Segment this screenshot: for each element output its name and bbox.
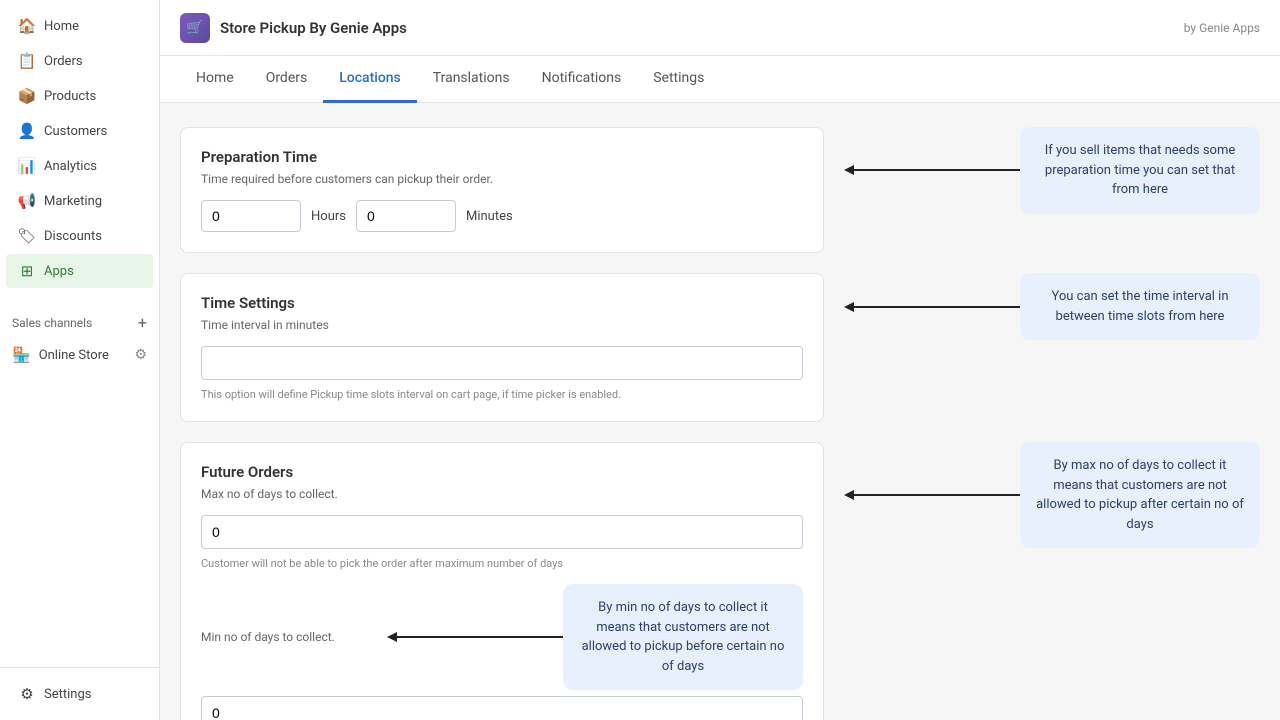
content-area: Preparation Time Time required before cu… xyxy=(160,103,1280,720)
preparation-time-row: Preparation Time Time required before cu… xyxy=(180,127,1260,253)
time-settings-card: Time Settings Time interval in minutes T… xyxy=(180,273,824,422)
store-icon: 🏪 xyxy=(12,346,31,364)
preparation-arrow-tooltip: If you sell items that needs some prepar… xyxy=(840,127,1260,214)
products-icon: 📦 xyxy=(18,87,36,105)
preparation-time-subtitle: Time required before customers can picku… xyxy=(201,172,803,186)
tab-orders[interactable]: Orders xyxy=(250,56,324,103)
min-days-input[interactable] xyxy=(201,696,803,720)
sales-channels-label: Sales channels xyxy=(12,316,92,330)
settings-icon: ⚙ xyxy=(18,685,36,703)
marketing-icon: 📢 xyxy=(18,192,36,210)
preparation-tooltip: If you sell items that needs some prepar… xyxy=(1020,127,1260,214)
sidebar: 🏠 Home 📋 Orders 📦 Products 👤 Customers 📊 Analytic… xyxy=(0,0,160,720)
add-sales-channel-icon[interactable]: + xyxy=(138,313,147,332)
topbar: 🛒 Store Pickup By Genie Apps by Genie Ap… xyxy=(160,0,1280,56)
minutes-input[interactable] xyxy=(356,200,456,232)
sidebar-item-home[interactable]: 🏠 Home xyxy=(6,9,153,43)
customers-icon: 👤 xyxy=(18,122,36,140)
minutes-label: Minutes xyxy=(456,209,523,224)
sidebar-item-discounts[interactable]: 🏷 Discounts xyxy=(6,219,153,253)
sales-channels-header: Sales channels + xyxy=(0,305,159,340)
app-icon: 🛒 xyxy=(180,13,210,43)
sidebar-label-home: Home xyxy=(44,19,79,34)
min-arrow-tooltip: By min no of days to collect it means th… xyxy=(383,584,803,690)
time-arrow-tooltip: You can set the time interval in between… xyxy=(840,273,1260,340)
sidebar-item-orders[interactable]: 📋 Orders xyxy=(6,44,153,78)
online-store-label: Online Store xyxy=(39,348,109,363)
online-store-item[interactable]: 🏪 Online Store ⚙ xyxy=(0,340,159,370)
sidebar-item-apps[interactable]: ⊞ Apps xyxy=(6,254,153,288)
apps-icon: ⊞ xyxy=(18,262,36,280)
time-interval-label: Time interval in minutes xyxy=(201,318,803,332)
sidebar-label-discounts: Discounts xyxy=(44,229,102,244)
sidebar-item-customers[interactable]: 👤 Customers xyxy=(6,114,153,148)
max-tooltip: By max no of days to collect it means th… xyxy=(1020,442,1260,548)
preparation-time-fields: Hours Minutes xyxy=(201,200,803,232)
tabs: HomeOrdersLocationsTranslationsNotificat… xyxy=(160,56,1280,103)
tab-settings[interactable]: Settings xyxy=(637,56,720,103)
preparation-time-card: Preparation Time Time required before cu… xyxy=(180,127,824,253)
min-section: Min no of days to collect. By min no of … xyxy=(201,584,803,720)
orders-icon: 📋 xyxy=(18,52,36,70)
sidebar-item-marketing[interactable]: 📢 Marketing xyxy=(6,184,153,218)
by-genie-text: by Genie Apps xyxy=(1184,21,1260,35)
settings-label: Settings xyxy=(44,687,91,702)
main-content: 🛒 Store Pickup By Genie Apps by Genie Ap… xyxy=(160,0,1280,720)
future-orders-row: Future Orders Max no of days to collect.… xyxy=(180,442,1260,720)
time-interval-input[interactable] xyxy=(201,346,803,380)
analytics-icon: 📊 xyxy=(18,157,36,175)
sidebar-label-apps: Apps xyxy=(44,264,74,279)
time-tooltip: You can set the time interval in between… xyxy=(1020,273,1260,340)
min-tooltip: By min no of days to collect it means th… xyxy=(563,584,803,690)
preparation-arrow xyxy=(840,162,1020,178)
sidebar-label-analytics: Analytics xyxy=(44,159,97,174)
time-settings-row: Time Settings Time interval in minutes T… xyxy=(180,273,1260,422)
hours-label: Hours xyxy=(301,209,356,224)
app-title-area: 🛒 Store Pickup By Genie Apps xyxy=(180,13,407,43)
time-settings-title: Time Settings xyxy=(201,294,803,312)
time-arrow xyxy=(840,299,1020,315)
home-icon: 🏠 xyxy=(18,17,36,35)
min-days-label: Min no of days to collect. xyxy=(201,630,375,644)
app-title: Store Pickup By Genie Apps xyxy=(220,19,407,37)
tab-locations[interactable]: Locations xyxy=(323,56,417,103)
app-icon-text: 🛒 xyxy=(186,20,203,36)
max-days-label: Max no of days to collect. xyxy=(201,487,803,501)
discounts-icon: 🏷 xyxy=(18,227,36,245)
future-orders-title: Future Orders xyxy=(201,463,803,481)
min-arrow xyxy=(383,629,563,645)
sidebar-label-orders: Orders xyxy=(44,54,83,69)
hours-input[interactable] xyxy=(201,200,301,232)
sidebar-label-customers: Customers xyxy=(44,124,107,139)
preparation-time-title: Preparation Time xyxy=(201,148,803,166)
max-days-hint: Customer will not be able to pick the or… xyxy=(201,557,803,570)
sidebar-bottom: ⚙ Settings xyxy=(0,667,159,720)
sidebar-item-settings[interactable]: ⚙ Settings xyxy=(6,677,153,711)
tab-home[interactable]: Home xyxy=(180,56,250,103)
sidebar-item-products[interactable]: 📦 Products xyxy=(6,79,153,113)
max-days-input[interactable] xyxy=(201,515,803,549)
max-arrow-tooltip: By max no of days to collect it means th… xyxy=(840,442,1260,548)
sidebar-label-marketing: Marketing xyxy=(44,194,102,209)
sidebar-label-products: Products xyxy=(44,89,96,104)
sidebar-item-analytics[interactable]: 📊 Analytics xyxy=(6,149,153,183)
tab-translations[interactable]: Translations xyxy=(417,56,526,103)
tab-notifications[interactable]: Notifications xyxy=(526,56,638,103)
settings-gear-icon[interactable]: ⚙ xyxy=(134,347,147,363)
future-orders-card: Future Orders Max no of days to collect.… xyxy=(180,442,824,720)
time-interval-hint: This option will define Pickup time slot… xyxy=(201,388,803,401)
max-arrow xyxy=(840,487,1020,503)
